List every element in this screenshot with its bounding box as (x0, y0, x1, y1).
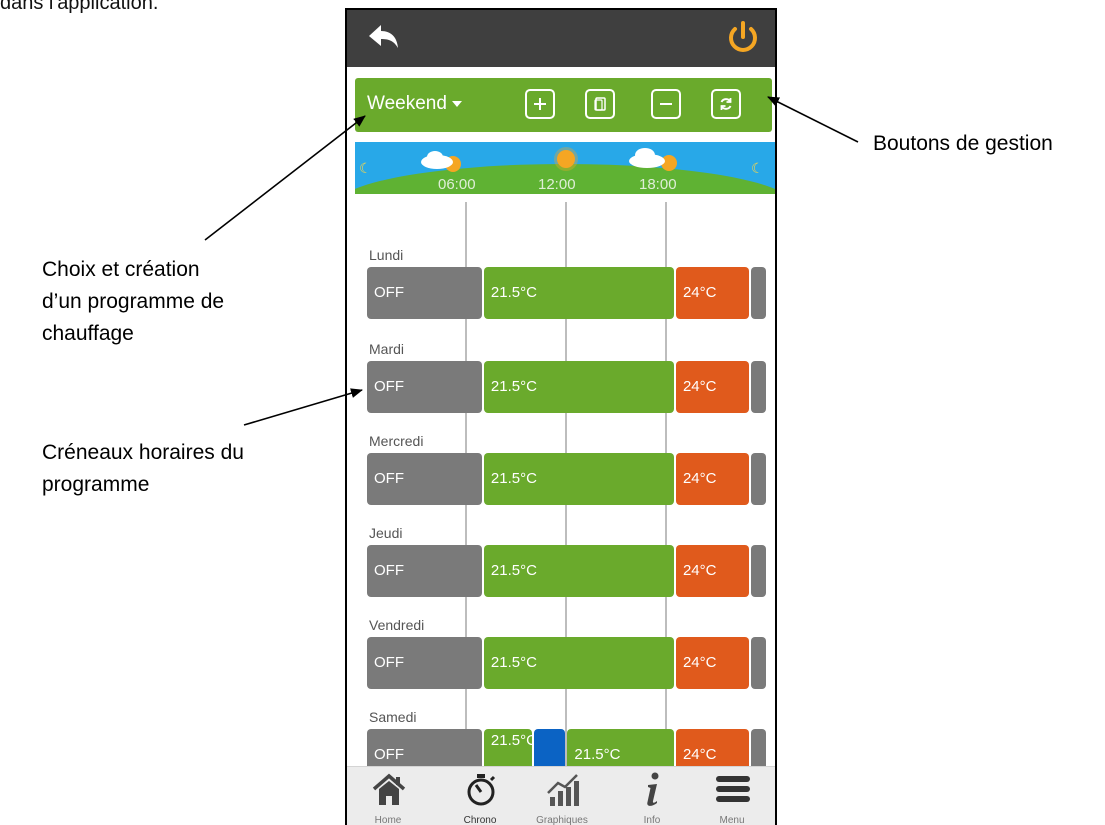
time-slot[interactable] (751, 637, 766, 689)
phone-screen: Weekend ☾ ☾ 06:00 12:00 18:00 Lundi OFF … (345, 8, 777, 825)
home-icon (372, 773, 406, 805)
program-choice-line-3: chauffage (42, 322, 134, 345)
day-label: Mercredi (369, 433, 424, 449)
time-slots-line-2: programme (42, 473, 150, 496)
nav-home[interactable]: Home (353, 767, 423, 825)
stopwatch-icon (467, 774, 496, 806)
power-icon (729, 21, 757, 52)
add-program-button[interactable] (525, 89, 555, 119)
tick-label-06: 06:00 (438, 176, 476, 193)
nav-chrono-label: Chrono (463, 815, 497, 825)
day-label: Jeudi (369, 525, 403, 541)
time-slot[interactable] (751, 267, 766, 319)
time-slot[interactable]: 24°C (675, 453, 750, 505)
plus-icon (534, 98, 546, 110)
time-slot[interactable]: 21.5°C (483, 267, 674, 319)
copy-program-button[interactable] (585, 89, 615, 119)
nav-home-label: Home (374, 815, 402, 825)
chevron-down-icon (451, 100, 462, 107)
time-slots-annotation: Créneaux horaires du programme (42, 437, 244, 501)
top-bar (347, 10, 775, 67)
moon-icon: ☾ (359, 160, 372, 176)
program-selector-label: Weekend (367, 93, 447, 114)
day-timeline-header: ☾ ☾ 06:00 12:00 18:00 (355, 142, 775, 194)
program-selector[interactable]: Weekend (367, 93, 462, 115)
day-label: Samedi (369, 709, 417, 725)
time-slot[interactable]: OFF (367, 453, 482, 505)
nav-info-label: Info (643, 815, 661, 825)
time-slot[interactable]: OFF (367, 361, 482, 413)
time-slots-line-1: Créneaux horaires du (42, 441, 244, 464)
cloud-sun-icon (421, 151, 461, 172)
time-slot[interactable] (751, 453, 766, 505)
program-choice-annotation: Choix et création d’un programme de chau… (42, 254, 224, 350)
day-label: Mardi (369, 341, 405, 357)
time-slot[interactable]: 21.5°C (483, 545, 674, 597)
nav-menu-label: Menu (719, 815, 745, 825)
sun-icon (557, 150, 575, 168)
time-slot[interactable]: OFF (367, 637, 482, 689)
copy-icon (594, 97, 606, 111)
sync-icon (720, 98, 732, 110)
time-slot[interactable]: 24°C (675, 545, 750, 597)
time-slot[interactable]: OFF (367, 545, 482, 597)
time-slot[interactable] (751, 361, 766, 413)
info-icon (647, 772, 659, 806)
chart-icon (547, 774, 579, 806)
time-slot[interactable]: 21.5°C (483, 453, 674, 505)
nav-chrono[interactable]: Chrono (445, 767, 515, 825)
time-slot[interactable]: 24°C (675, 267, 750, 319)
nav-graphiques-label: Graphiques (536, 815, 588, 825)
program-choice-arrow (204, 115, 366, 241)
cloud-sun-icon (629, 148, 677, 171)
nav-menu[interactable]: Menu (697, 767, 767, 825)
day-label: Lundi (369, 247, 404, 263)
time-slot[interactable]: 21.5°C (483, 637, 674, 689)
tick-label-12: 12:00 (538, 176, 576, 193)
power-button[interactable] (723, 18, 763, 58)
page-top-text: dans l'application. (0, 0, 159, 14)
program-choice-line-1: Choix et création (42, 258, 200, 281)
remove-program-button[interactable] (651, 89, 681, 119)
back-arrow-icon (369, 25, 398, 48)
nav-info[interactable]: Info (617, 767, 687, 825)
minus-icon (660, 103, 672, 105)
nav-graphiques[interactable]: Graphiques (527, 767, 597, 825)
time-slot[interactable]: 24°C (675, 637, 750, 689)
time-slot[interactable] (751, 545, 766, 597)
tick-label-18: 18:00 (639, 176, 677, 193)
back-button[interactable] (365, 22, 405, 56)
hamburger-icon (716, 776, 750, 802)
bottom-nav: Home Chrono Graphiques Info Menu (347, 766, 775, 825)
time-slot[interactable]: 24°C (675, 361, 750, 413)
moon-icon: ☾ (751, 160, 764, 176)
time-slot[interactable]: 21.5°C (483, 361, 674, 413)
sync-program-button[interactable] (711, 89, 741, 119)
management-buttons-annotation: Boutons de gestion (873, 132, 1053, 155)
day-label: Vendredi (369, 617, 425, 633)
management-arrow (767, 96, 859, 143)
program-bar: Weekend (355, 78, 772, 132)
time-slot[interactable]: OFF (367, 267, 482, 319)
program-choice-line-2: d’un programme de (42, 290, 225, 313)
